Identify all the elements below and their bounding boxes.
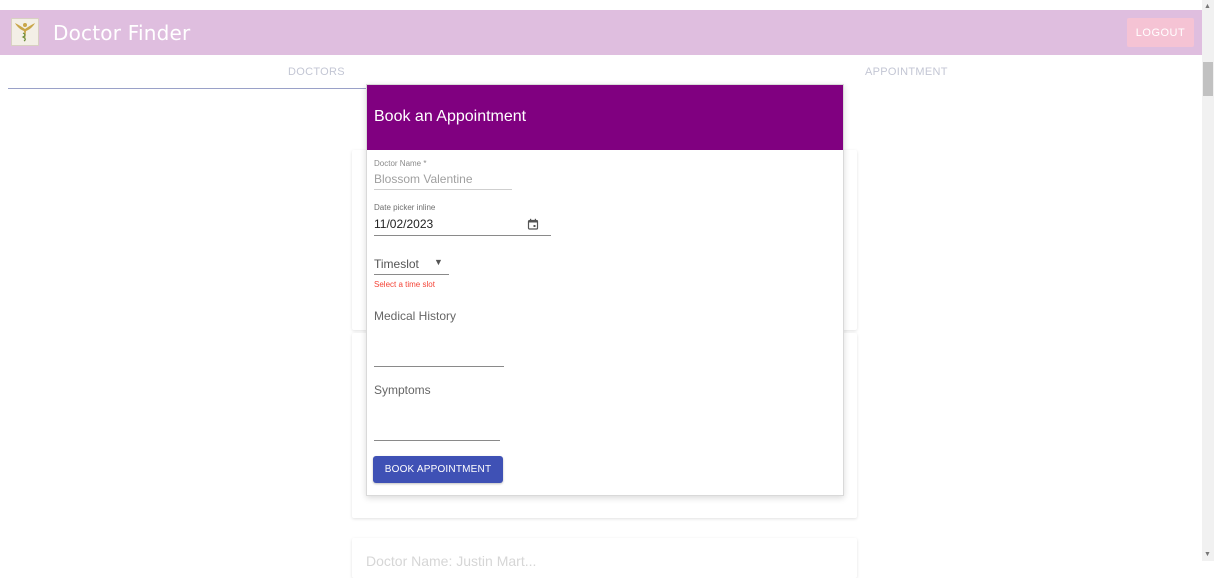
doctor-card-name: Doctor Name: Justin Mart... [366,553,537,569]
medical-history-field[interactable]: Medical History [374,309,456,323]
tab-appointment[interactable]: APPOINTMENT [865,66,948,78]
date-picker-field[interactable]: 11/02/2023 [374,217,433,231]
window-top-border [0,0,1214,10]
scroll-up-arrow-icon[interactable]: ▲ [1204,3,1211,10]
date-picker-label: Date picker inline [374,203,436,212]
date-picker-underline [374,235,551,236]
symptoms-field[interactable]: Symptoms [374,383,431,397]
medical-history-underline [374,366,504,367]
app-title: Doctor Finder [53,21,191,45]
app-bar: Doctor Finder LOGOUT [0,10,1202,55]
timeslot-select[interactable]: Timeslot [374,257,419,271]
doctor-name-field[interactable]: Blossom Valentine [374,172,473,186]
caret-down-icon[interactable]: ▼ [434,257,443,267]
dialog-header: Book an Appointment [367,85,843,150]
timeslot-underline [374,274,449,275]
book-appointment-button[interactable]: BOOK APPOINTMENT [373,456,503,483]
tab-indicator [8,88,366,89]
logout-button[interactable]: LOGOUT [1127,18,1194,47]
book-appointment-dialog: Book an Appointment Doctor Name * Blosso… [366,84,844,496]
timeslot-error: Select a time slot [374,280,435,289]
tab-doctors[interactable]: DOCTORS [288,66,345,78]
doctor-name-label: Doctor Name * [374,159,427,168]
symptoms-underline [374,440,500,441]
caduceus-icon [11,18,39,46]
scrollbar-thumb[interactable] [1203,62,1213,96]
calendar-icon[interactable] [527,217,539,230]
scroll-down-arrow-icon[interactable]: ▼ [1204,551,1211,558]
dialog-title: Book an Appointment [374,108,527,125]
doctor-name-underline [374,189,512,190]
